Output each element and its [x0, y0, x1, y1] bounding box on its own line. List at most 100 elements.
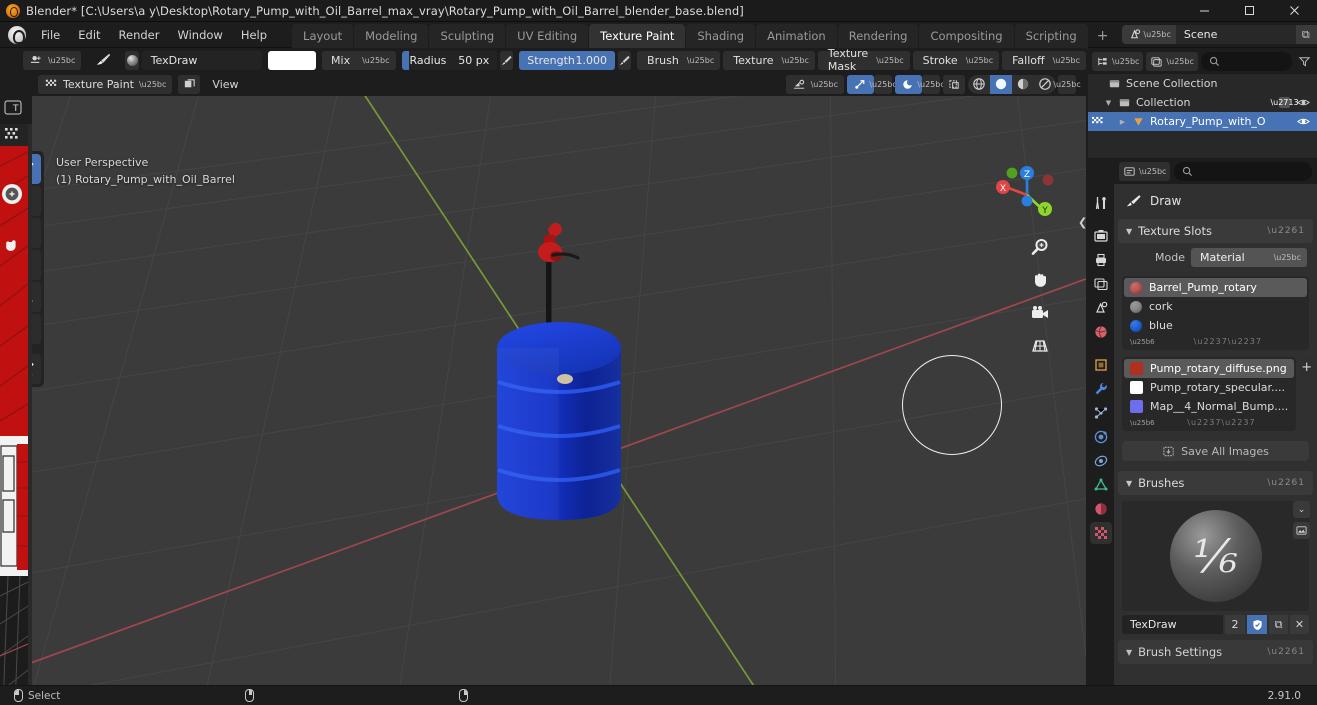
blender-logo[interactable] — [8, 25, 26, 44]
scene-cone-icon[interactable] — [1090, 297, 1112, 319]
list-resize-grip[interactable]: \u2237\u2237 — [1194, 337, 1262, 346]
funnel-filter-icon[interactable] — [1295, 55, 1313, 68]
render-camera-back-icon[interactable] — [1090, 225, 1112, 247]
panel-drag-handle[interactable]: \u2261 — [1267, 648, 1305, 657]
brushes-panel-header[interactable]: ▼ Brushes \u2261 — [1118, 471, 1313, 495]
texture-mode-dropdown[interactable]: Material \u25bc — [1191, 248, 1307, 267]
brush-preview-expand-button[interactable]: ⌄ — [1293, 501, 1310, 518]
solid-shading-icon[interactable] — [990, 74, 1012, 94]
brush-preview-box[interactable]: ⅙ — [1122, 501, 1309, 611]
save-all-images-button[interactable]: Save All Images — [1122, 441, 1309, 461]
tab-scripting[interactable]: Scripting — [1014, 24, 1088, 49]
scene-icon[interactable]: \u25bc — [1122, 25, 1176, 44]
popover-texture-mask[interactable]: Texture Mask \u25bc — [817, 47, 910, 73]
brush-settings-expander[interactable]: ▼ — [1126, 648, 1132, 657]
shield-fake-user-icon[interactable] — [1247, 615, 1267, 634]
physics-orbit-icon[interactable] — [1090, 426, 1112, 448]
list-expander-icon[interactable]: \u25b6 — [1130, 338, 1155, 346]
outliner-search-input[interactable] — [1200, 51, 1292, 71]
brush-preview-button[interactable] — [125, 50, 139, 70]
tab-layout[interactable]: Layout — [292, 24, 354, 49]
world-globe-icon[interactable] — [1090, 321, 1112, 343]
brush-name-field[interactable]: TexDraw — [1122, 615, 1223, 634]
camera-view-icon[interactable] — [1027, 300, 1053, 326]
texture-checker-icon[interactable] — [1090, 522, 1112, 544]
brush-name-field[interactable]: TexDraw — [141, 50, 262, 70]
scene-name[interactable]: Scene — [1175, 25, 1296, 44]
texture-list-item[interactable]: Pump_rotary_specular.... — [1124, 378, 1294, 397]
tool-wrench-screwdriver-icon[interactable] — [1090, 192, 1112, 214]
minimize-button[interactable] — [1182, 0, 1227, 22]
outliner-display-mode-icon[interactable]: \u25bc — [1092, 51, 1144, 71]
xray-toggle-icon[interactable] — [943, 74, 965, 94]
sidebar-collapse-arrow[interactable]: ❮ — [1078, 212, 1086, 232]
brushes-expander[interactable]: ▼ — [1126, 479, 1132, 488]
shading-dropdown[interactable]: \u25bc — [1053, 74, 1081, 94]
browse-image-icon[interactable] — [1293, 522, 1310, 539]
popover-brush[interactable]: Brush \u25bc — [637, 50, 721, 70]
particles-icon[interactable] — [1090, 402, 1112, 424]
viewport-3d-canvas[interactable]: User Perspective (1) Rotary_Pump_with_Oi… — [0, 96, 1086, 685]
toggle-perspective-icon[interactable] — [1027, 333, 1053, 359]
popover-texture[interactable]: Texture \u25bc — [723, 50, 815, 70]
brush-color-swatch[interactable] — [267, 50, 317, 70]
texture-list-item[interactable]: Pump_rotary_diffuse.png — [1124, 359, 1295, 378]
popover-falloff[interactable]: Falloff \u25bc — [1002, 50, 1087, 70]
object-expander[interactable]: ▶ — [1118, 118, 1127, 126]
properties-editor-icon[interactable]: \u25bc — [1119, 161, 1171, 181]
material-preview-shading-icon[interactable] — [1012, 75, 1034, 94]
radius-slider[interactable]: Radius 50 px — [401, 50, 498, 70]
menu-window[interactable]: Window — [168, 25, 231, 45]
interaction-mode-dropdown[interactable]: Texture Paint \u25bc — [38, 74, 173, 94]
list-expander-icon[interactable]: \u25b6 — [1130, 419, 1155, 427]
material-sphere-icon[interactable] — [1090, 498, 1112, 520]
menu-render[interactable]: Render — [110, 25, 169, 45]
add-workspace-button[interactable]: + — [1089, 28, 1117, 44]
tab-animation[interactable]: Animation — [756, 24, 837, 49]
strength-pressure-icon[interactable] — [618, 50, 632, 70]
pan-hand-icon[interactable] — [1027, 267, 1053, 293]
overlays-dropdown[interactable]: \u25bc — [917, 74, 945, 94]
brush-settings-panel-header[interactable]: ▼ Brush Settings \u2261 — [1118, 640, 1313, 664]
navigation-gizmo[interactable]: Z X Y — [990, 158, 1064, 232]
unlink-brush-button[interactable]: ✕ — [1290, 615, 1309, 634]
tab-compositing[interactable]: Compositing — [919, 24, 1014, 49]
gizmo-dropdown[interactable]: \u25bc — [869, 74, 897, 94]
modifier-wrench-icon[interactable] — [1090, 378, 1112, 400]
panel-drag-handle[interactable]: \u2261 — [1267, 227, 1305, 236]
eye-icon[interactable] — [1295, 116, 1311, 127]
menu-help[interactable]: Help — [232, 25, 276, 45]
close-button[interactable] — [1272, 0, 1317, 22]
brush-users-count[interactable]: 2 — [1225, 615, 1245, 634]
paint-slot-icon[interactable] — [178, 74, 201, 94]
material-list-item[interactable]: cork — [1124, 297, 1307, 316]
view-layer-images-icon[interactable] — [1090, 273, 1112, 295]
outliner-row-object[interactable]: ▶ Rotary_Pump_with_O — [1088, 112, 1317, 131]
texture-slots-panel-header[interactable]: ▼ Texture Slots \u2261 — [1118, 219, 1313, 243]
texture-list-item[interactable]: Map__4_Normal_Bump.... — [1124, 397, 1294, 416]
new-scene-button[interactable]: ⧉ — [1295, 25, 1316, 44]
zoom-icon[interactable] — [1027, 234, 1053, 260]
constraints-clamp-icon[interactable] — [1090, 450, 1112, 472]
menu-file[interactable]: File — [32, 25, 69, 45]
tool-settings-dropdown[interactable]: \u25bc — [22, 50, 82, 70]
outliner-id-type-icon[interactable]: \u25bc — [1146, 51, 1198, 71]
tab-sculpting[interactable]: Sculpting — [429, 24, 506, 49]
properties-search-input[interactable] — [1174, 161, 1312, 181]
tab-modeling[interactable]: Modeling — [354, 24, 429, 49]
blend-mode-dropdown[interactable]: Mix \u25bc — [322, 50, 396, 70]
material-list-item[interactable]: Barrel_Pump_rotary — [1124, 278, 1307, 297]
tab-texture-paint[interactable]: Texture Paint — [589, 24, 686, 49]
popover-stroke[interactable]: Stroke \u25bc — [912, 50, 1000, 70]
strength-slider[interactable]: Strength 1.000 — [519, 50, 616, 70]
output-printer-icon[interactable] — [1090, 249, 1112, 271]
collection-checkbox[interactable]: \u2713 — [1270, 97, 1299, 108]
texture-slots-expander[interactable]: ▼ — [1126, 227, 1132, 236]
wireframe-shading-icon[interactable] — [968, 75, 990, 94]
menu-edit[interactable]: Edit — [69, 25, 109, 45]
tab-shading[interactable]: Shading — [686, 24, 756, 49]
panel-drag-handle[interactable]: \u2261 — [1267, 479, 1305, 488]
outliner-row-collection[interactable]: ▼ Collection \u2713 — [1088, 93, 1317, 112]
tab-uv-editing[interactable]: UV Editing — [506, 24, 589, 49]
maximize-button[interactable] — [1227, 0, 1272, 22]
